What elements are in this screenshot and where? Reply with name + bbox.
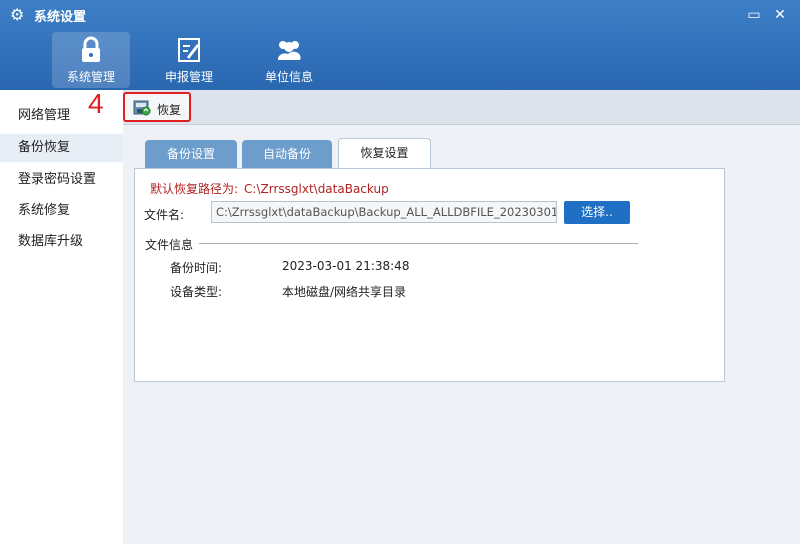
nav-tab-system-management[interactable]: 系统管理 — [52, 32, 130, 88]
header-bar: ⚙ 系统设置 ▭ ✕ 系统管理 申报管理 单位信息 — [0, 0, 800, 90]
restore-icon — [133, 100, 151, 116]
lock-icon — [82, 36, 100, 62]
sidebar-item-network[interactable]: 网络管理 — [0, 102, 123, 130]
restore-button-label: 恢复 — [157, 103, 182, 117]
sidebar-item-db-upgrade[interactable]: 数据库升级 — [0, 228, 123, 256]
toolbar: 恢复 — [123, 90, 800, 125]
default-path-note: 默认恢复路径为: C:\Zrrssglxt\dataBackup — [150, 180, 395, 197]
default-path-value: C:\Zrrssglxt\dataBackup — [244, 182, 389, 196]
backup-time-label: 备份时间: — [170, 261, 223, 275]
nav-tab-label: 单位信息 — [264, 70, 313, 84]
sidebar: 网络管理 备份恢复 登录密码设置 系统修复 数据库升级 — [0, 90, 123, 544]
close-icon[interactable]: ✕ — [772, 7, 788, 23]
restore-button[interactable]: 恢复 — [123, 92, 191, 122]
file-name-field[interactable]: C:\Zrrssglxt\dataBackup\Backup_ALL_ALLDB… — [211, 201, 557, 223]
file-info-divider — [198, 243, 638, 244]
default-path-label: 默认恢复路径为: — [150, 182, 239, 196]
nav-tab-unit-info[interactable]: 单位信息 — [250, 32, 328, 88]
backup-time-value: 2023-03-01 21:38:48 — [282, 259, 410, 273]
maximize-icon[interactable]: ▭ — [746, 7, 762, 23]
gear-icon: ⚙ — [10, 5, 25, 24]
sidebar-item-backup-restore[interactable]: 备份恢复 — [0, 134, 123, 162]
nav-tab-label: 系统管理 — [66, 70, 115, 84]
choose-file-button[interactable]: 选择.. — [564, 201, 630, 224]
nav-tab-label: 申报管理 — [164, 70, 213, 84]
device-type-label: 设备类型: — [170, 285, 223, 299]
tab-auto-backup[interactable]: 自动备份 — [242, 140, 332, 168]
sidebar-item-login-password[interactable]: 登录密码设置 — [0, 166, 123, 194]
file-info-title: 文件信息 — [145, 236, 200, 253]
tab-backup-settings[interactable]: 备份设置 — [145, 140, 237, 168]
file-name-label: 文件名: — [144, 208, 185, 222]
title-bar: ⚙ 系统设置 ▭ ✕ — [0, 0, 800, 30]
nav-tab-declaration-management[interactable]: 申报管理 — [150, 32, 228, 88]
window-title: 系统设置 — [34, 10, 87, 25]
users-icon — [277, 41, 301, 60]
sidebar-item-system-repair[interactable]: 系统修复 — [0, 197, 123, 225]
tab-restore-settings[interactable]: 恢复设置 — [338, 138, 431, 169]
device-type-value: 本地磁盘/网络共享目录 — [282, 285, 407, 299]
edit-form-icon — [178, 38, 200, 62]
step-number: 4 — [88, 88, 104, 119]
